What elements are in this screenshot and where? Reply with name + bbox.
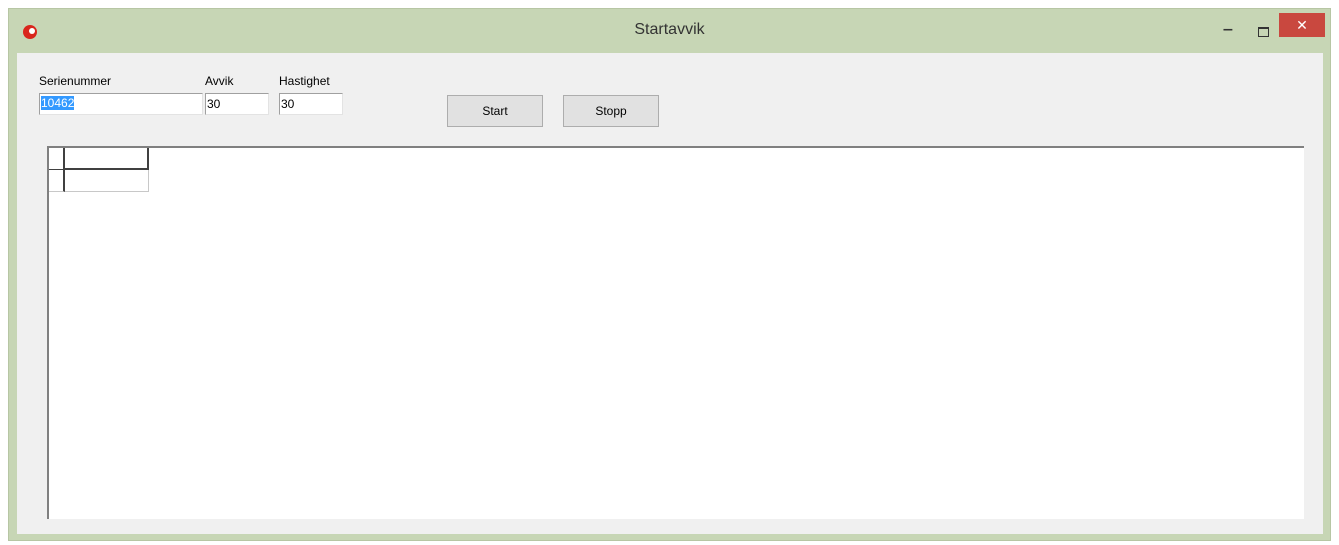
hastighet-label: Hastighet xyxy=(279,74,330,88)
stop-button[interactable]: Stopp xyxy=(563,95,659,127)
serial-input[interactable]: 10462 xyxy=(39,93,203,115)
maximize-button[interactable] xyxy=(1249,23,1277,43)
grid-cell-r2c1[interactable] xyxy=(65,170,149,192)
client-area: Serienummer 10462 Avvik Hastighet Start … xyxy=(17,53,1323,534)
minimize-button[interactable]: ‒ xyxy=(1214,22,1242,43)
avvik-label: Avvik xyxy=(205,74,234,88)
close-button[interactable]: ✕ xyxy=(1279,13,1325,37)
app-window: Startavvik ‒ ✕ Serienummer 10462 Avvik H… xyxy=(8,8,1331,541)
grid-cell-r1c1[interactable] xyxy=(65,148,149,170)
avvik-input[interactable] xyxy=(205,93,269,115)
grid-row-header-1[interactable] xyxy=(49,148,65,170)
serial-label: Serienummer xyxy=(39,74,112,88)
grid-row-header-2[interactable] xyxy=(49,170,65,192)
start-button[interactable]: Start xyxy=(447,95,543,127)
title-bar[interactable]: Startavvik ‒ ✕ xyxy=(9,9,1330,53)
maximize-icon xyxy=(1257,27,1269,37)
hastighet-input[interactable] xyxy=(279,93,343,115)
window-title: Startavvik xyxy=(634,21,705,38)
serial-value: 10462 xyxy=(41,96,75,110)
data-grid[interactable] xyxy=(47,146,1304,519)
